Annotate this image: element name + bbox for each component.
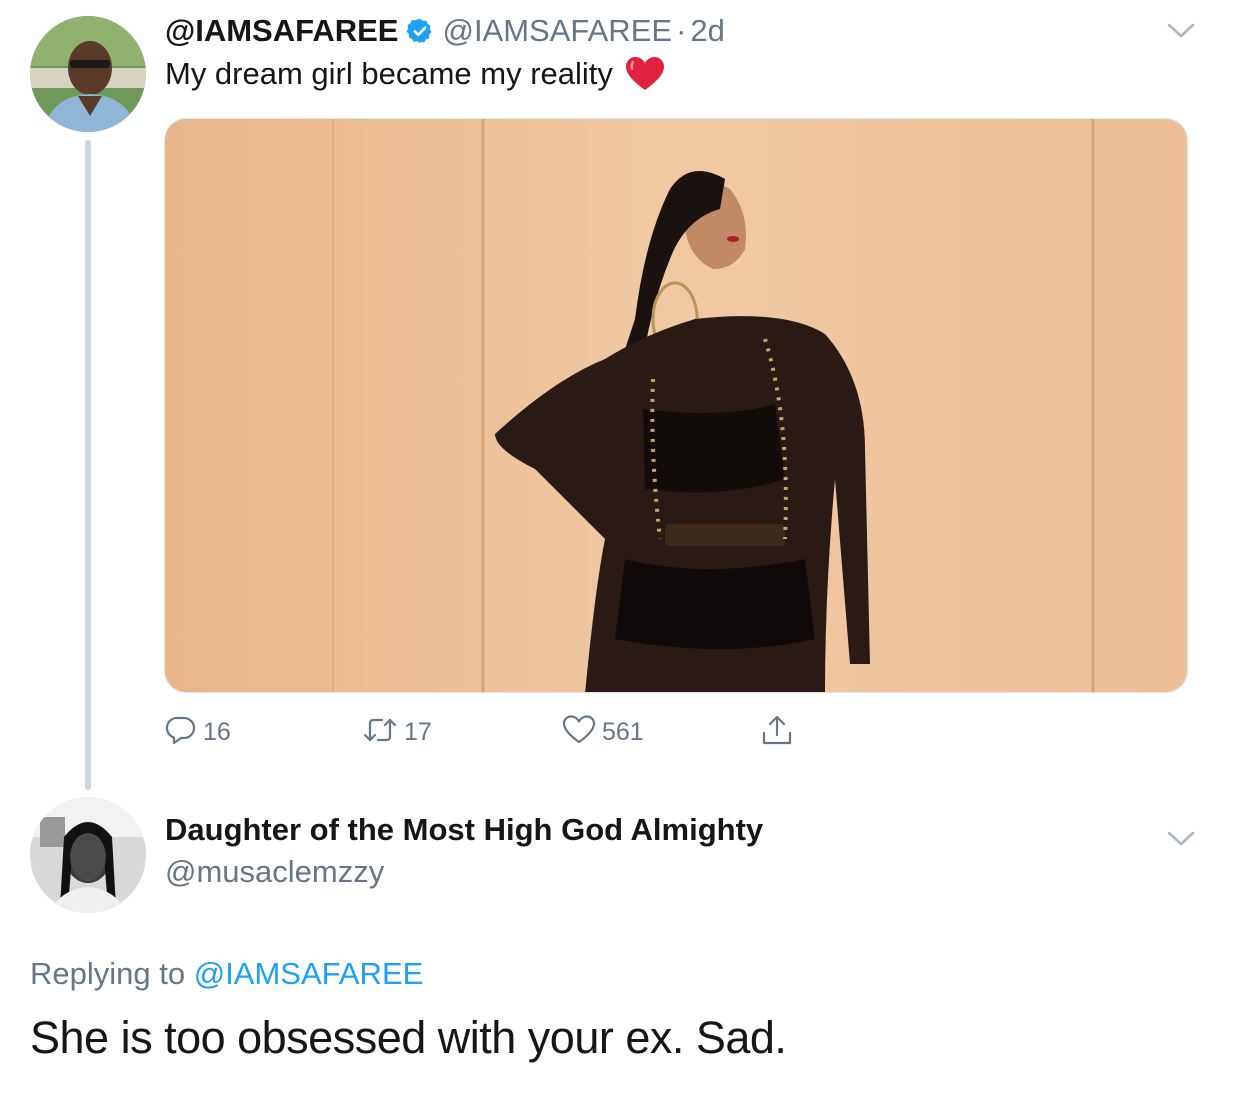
author-avatar[interactable] [30,16,146,132]
red-heart-icon [625,56,665,92]
tweet-header: @IAMSAFAREE @IAMSAFAREE · 2d [165,10,725,52]
tweet-actions: 16 17 561 [0,712,1244,752]
share-button[interactable] [760,712,794,752]
chevron-down-icon[interactable] [1165,828,1197,850]
reply-count: 16 [203,717,231,746]
replying-to-mention[interactable]: @IAMSAFAREE [194,956,424,991]
retweet-icon [362,714,398,751]
tweet-thread: @IAMSAFAREE @IAMSAFAREE · 2d My dream gi… [0,0,1244,1093]
tweet-text: My dream girl became my reality [165,56,613,91]
tweet-text-row: My dream girl became my reality [165,56,665,92]
tweet-timestamp[interactable]: 2d [690,13,724,49]
retweet-button[interactable]: 17 [362,712,432,752]
reply-icon [165,714,197,751]
replying-to-label: Replying to [30,956,186,991]
retweet-count: 17 [404,717,432,746]
chevron-down-icon[interactable] [1165,20,1197,42]
like-button[interactable]: 561 [562,712,644,752]
reply-button[interactable]: 16 [165,712,231,752]
reply-author-handle[interactable]: @musaclemzzy [165,854,384,890]
verified-badge-icon [406,17,434,45]
like-count: 561 [602,717,644,746]
reply-author-display-name[interactable]: Daughter of the Most High God Almighty [165,812,763,848]
heart-icon [562,714,596,751]
thread-line [85,140,91,790]
header-separator: · [676,13,687,48]
reply-text: She is too obsessed with your ex. Sad. [30,1012,787,1063]
author-handle[interactable]: @IAMSAFAREE [442,13,672,49]
share-icon [760,713,794,752]
reply-author-avatar[interactable] [30,797,146,913]
author-display-name[interactable]: @IAMSAFAREE [165,13,398,49]
replying-to-line: Replying to @IAMSAFAREE [30,956,423,992]
tweet-media-photo[interactable] [164,118,1188,693]
